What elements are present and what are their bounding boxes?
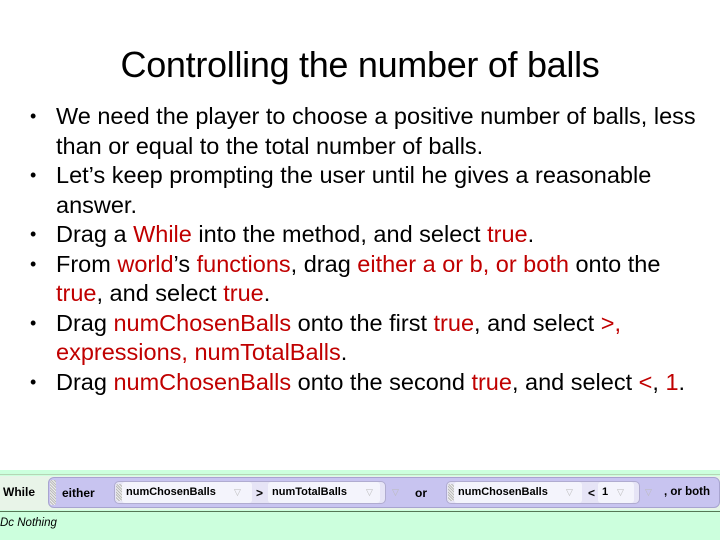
bullet-item: • From world’s functions, drag either a o… xyxy=(28,250,708,309)
highlighted-term: true xyxy=(433,309,475,336)
bullet-text: ’s xyxy=(173,250,197,277)
drag-handle-icon[interactable] xyxy=(50,480,56,505)
cond1-left-field[interactable]: numChosenBalls xyxy=(122,482,252,503)
bullet-item: • We need the player to choose a positive… xyxy=(28,102,708,161)
highlighted-term: < xyxy=(638,368,653,395)
either-keyword: either xyxy=(62,486,95,500)
dropdown-arrow-icon[interactable]: ▽ xyxy=(645,487,652,498)
cond1-operator[interactable]: > xyxy=(256,486,263,500)
bullet-text: , and select xyxy=(511,368,639,395)
dropdown-arrow-icon[interactable]: ▽ xyxy=(392,487,399,498)
bullet-text: , and select xyxy=(474,309,601,336)
code-divider xyxy=(0,511,720,512)
bullet-text: . xyxy=(340,339,348,365)
bullet-item: • Drag numChosenBalls onto the second tru… xyxy=(28,368,708,398)
or-keyword: or xyxy=(415,486,427,500)
bullet-list: • We need the player to choose a positive… xyxy=(28,102,708,397)
highlighted-term: While xyxy=(133,221,192,247)
bullet-text: onto the first xyxy=(291,309,434,336)
bullet-text: From xyxy=(56,250,118,277)
bullet-icon: • xyxy=(30,165,37,185)
bullet-text: onto the second xyxy=(291,368,472,395)
bullet-icon: • xyxy=(30,312,37,333)
bullet-icon: • xyxy=(30,253,37,274)
bullet-text: , drag xyxy=(290,250,358,277)
bullet-text: We need the player to choose a positive … xyxy=(56,103,696,159)
bullet-text: , xyxy=(652,368,666,395)
bullet-text: . xyxy=(678,368,686,395)
highlighted-term: functions xyxy=(196,250,291,277)
bullet-text: into the method, and select xyxy=(191,221,488,247)
highlighted-term: true xyxy=(487,221,528,247)
cond1-right-field[interactable]: numTotalBalls xyxy=(268,482,380,503)
bullet-icon: • xyxy=(30,224,37,244)
bullet-item: • Drag numChosenBalls onto the first true… xyxy=(28,309,708,368)
dropdown-arrow-icon[interactable]: ▽ xyxy=(617,487,624,498)
highlighted-term: 1 xyxy=(665,368,679,395)
code-divider xyxy=(0,474,720,475)
while-keyword: While xyxy=(3,485,35,499)
bullet-text: onto the xyxy=(568,250,661,277)
cond2-operator[interactable]: < xyxy=(588,486,595,500)
cond2-left-field[interactable]: numChosenBalls xyxy=(454,482,582,503)
highlighted-term: true xyxy=(471,368,512,395)
cond2-right-field[interactable]: 1 xyxy=(598,482,634,503)
bullet-item: • Let’s keep prompting the user until he … xyxy=(28,161,708,220)
bullet-text: Drag a xyxy=(56,221,134,247)
bullet-icon: • xyxy=(30,106,37,126)
slide-title: Controlling the number of balls xyxy=(120,44,600,85)
highlighted-term: numChosenBalls xyxy=(113,368,292,395)
bullet-text: . xyxy=(263,280,271,306)
highlighted-term: true xyxy=(223,280,264,306)
do-nothing-placeholder[interactable]: Dc Nothing xyxy=(0,517,57,529)
dropdown-arrow-icon[interactable]: ▽ xyxy=(234,487,241,498)
dropdown-arrow-icon[interactable]: ▽ xyxy=(366,487,373,498)
highlighted-term: true xyxy=(56,280,97,306)
bullet-icon: • xyxy=(30,371,37,392)
bullet-text: Let’s keep prompting the user until he g… xyxy=(56,162,652,218)
bullet-text: . xyxy=(527,221,535,247)
dropdown-arrow-icon[interactable]: ▽ xyxy=(566,487,573,498)
bullet-item: • Drag a While into the method, and selec… xyxy=(28,220,708,250)
highlighted-term: numChosenBalls xyxy=(113,309,292,336)
highlighted-term: world xyxy=(117,250,174,277)
or-both-keyword: , or both xyxy=(664,486,710,498)
highlighted-term: either a or b, or both xyxy=(357,250,569,277)
bullet-text: Drag xyxy=(56,368,114,395)
bullet-text: Drag xyxy=(56,309,114,336)
bullet-text: , and select xyxy=(96,280,224,306)
